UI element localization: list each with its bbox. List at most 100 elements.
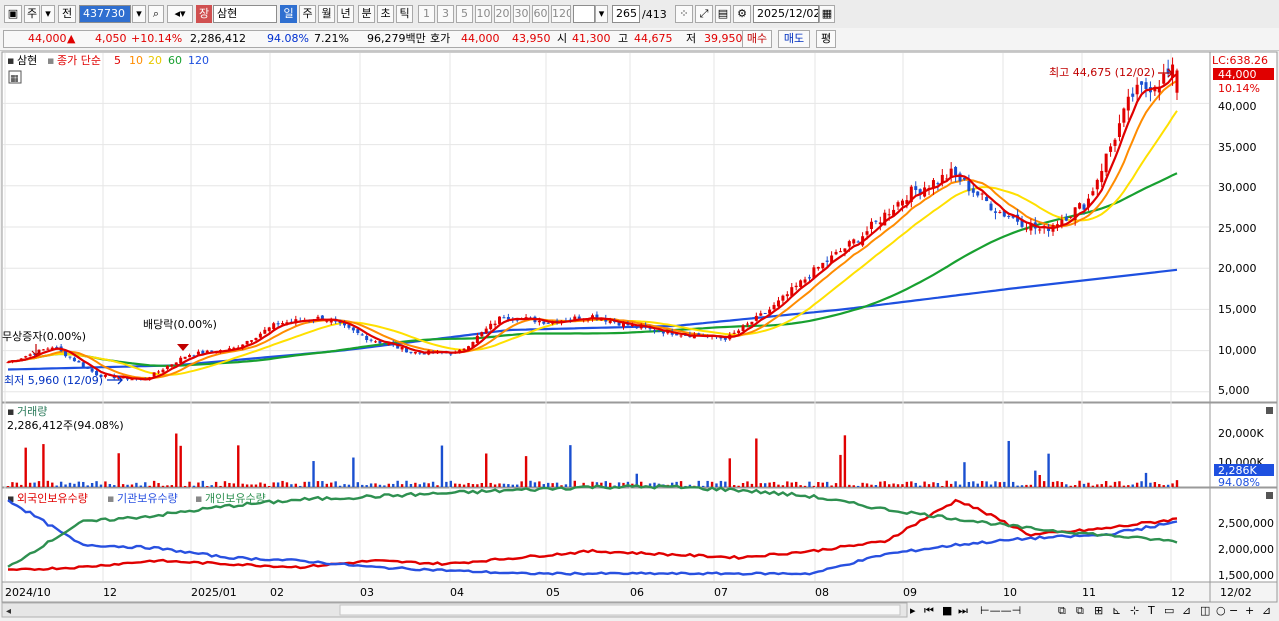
period-second[interactable]: 초 xyxy=(377,5,394,23)
period-month[interactable]: 월 xyxy=(318,5,335,23)
volume-pct-label: 94.08% xyxy=(1218,476,1260,489)
scroll-right-icon[interactable]: ▸ xyxy=(910,604,916,617)
dots-icon[interactable]: ⁘ xyxy=(675,5,693,23)
zoom-out-icon[interactable]: − xyxy=(1229,604,1238,617)
candle-body xyxy=(276,323,280,325)
cursor-icon[interactable]: ⤢ xyxy=(695,5,713,23)
sell-button[interactable]: 매도 xyxy=(778,30,810,48)
volume-ratio: 94.08% xyxy=(267,32,309,45)
volume-bar xyxy=(697,480,700,487)
draw-icon[interactable]: ▭ xyxy=(1164,604,1174,617)
shape-icon[interactable]: ◫ xyxy=(1200,604,1210,617)
circle-icon[interactable]: ○ xyxy=(1216,604,1226,617)
stock-code-input[interactable]: 437730 xyxy=(79,5,131,23)
stop-icon[interactable]: ■ xyxy=(942,604,952,617)
ma120-label[interactable]: 120 xyxy=(188,54,209,67)
cross-icon[interactable]: ⊹ xyxy=(1130,604,1139,617)
copy-icon[interactable]: ⧉ xyxy=(1076,604,1084,617)
candle-body xyxy=(1038,229,1042,231)
chart-type-select[interactable]: 주 xyxy=(24,5,40,23)
foreign-legend[interactable]: 외국인보유수량 xyxy=(17,492,88,505)
minute-30[interactable]: 30 xyxy=(513,5,530,23)
volume-bar xyxy=(170,485,174,487)
fast-forward-icon[interactable]: ⏭ xyxy=(958,604,968,617)
scroll-thumb[interactable] xyxy=(339,604,901,616)
price-tick: 20,000 xyxy=(1218,262,1257,275)
volume-bar xyxy=(1127,485,1130,487)
candle-body xyxy=(865,231,869,235)
period-week[interactable]: 주 xyxy=(299,5,316,23)
x-tick: 03 xyxy=(360,586,374,599)
volume-bar xyxy=(1047,453,1050,487)
prev-button[interactable]: 전 xyxy=(58,5,76,23)
candle-body xyxy=(480,332,484,337)
code-dropdown-icon[interactable]: ▾ xyxy=(132,5,146,23)
holding-panel-close-icon[interactable] xyxy=(1266,492,1273,499)
minute-3[interactable]: 3 xyxy=(437,5,454,23)
custom-period-input[interactable] xyxy=(573,5,595,23)
volume-bar xyxy=(759,483,762,487)
minute-1[interactable]: 1 xyxy=(418,5,435,23)
chevron-down-icon[interactable]: ▾ xyxy=(41,5,55,23)
ma20-label[interactable]: 20 xyxy=(148,54,162,67)
candle-body xyxy=(267,327,271,332)
avg-button[interactable]: 평 xyxy=(816,30,836,48)
stock-name-field[interactable]: 삼현 xyxy=(213,5,277,23)
volume-bar xyxy=(330,482,333,487)
volume-bar xyxy=(1038,474,1041,487)
legend-marker-icon: ▪ xyxy=(47,54,54,67)
period-minute[interactable]: 분 xyxy=(358,5,375,23)
ma60-label[interactable]: 60 xyxy=(168,54,182,67)
align-icon[interactable]: ⊞ xyxy=(1094,604,1103,617)
buy-button[interactable]: 매수 xyxy=(742,30,772,48)
price-panel-title[interactable]: 삼현 xyxy=(17,54,37,67)
search-icon[interactable]: ⌕ xyxy=(148,5,164,23)
save-icon[interactable]: ▤ xyxy=(715,5,731,23)
period-year[interactable]: 년 xyxy=(337,5,354,23)
volume-bar xyxy=(972,481,975,487)
bar-count-input[interactable]: 265 xyxy=(612,5,640,23)
minute-60[interactable]: 60 xyxy=(532,5,549,23)
stock-chart[interactable]: 40,000 35,000 30,000 25,000 20,000 15,00… xyxy=(0,50,1279,621)
candle-body xyxy=(1162,73,1166,84)
minute-10[interactable]: 10 xyxy=(475,5,492,23)
volume-panel-close-icon[interactable] xyxy=(1266,407,1273,414)
candle-body xyxy=(745,323,749,325)
x-tick: 11 xyxy=(1082,586,1096,599)
volume-panel[interactable] xyxy=(1,402,1211,488)
candle-body xyxy=(936,183,940,185)
line-tool-icon[interactable]: ⊿ xyxy=(1182,604,1191,617)
screen-icon[interactable]: ⧉ xyxy=(1058,604,1066,617)
volume-bar xyxy=(6,486,10,487)
date-input[interactable]: 2025/12/02 xyxy=(753,5,819,23)
volume-bar xyxy=(82,481,85,487)
minute-20[interactable]: 20 xyxy=(494,5,511,23)
scroll-left-icon[interactable]: ◂ xyxy=(6,606,11,617)
ma10-label[interactable]: 10 xyxy=(129,54,143,67)
ma5-label[interactable]: 5 xyxy=(114,54,121,67)
calendar-icon[interactable]: ▦ xyxy=(819,5,835,23)
speaker-icon[interactable]: ◂▾ xyxy=(167,5,193,23)
x-tick: 10 xyxy=(1003,586,1017,599)
volume-title[interactable]: 거래량 xyxy=(17,405,47,418)
gear-icon[interactable]: ⚙ xyxy=(733,5,751,23)
volume-bar xyxy=(1096,484,1099,487)
minute-5[interactable]: 5 xyxy=(456,5,473,23)
zoom-in-icon[interactable]: + xyxy=(1245,604,1254,617)
expand-icon[interactable]: ⊿ xyxy=(1262,604,1271,617)
ruler-icon[interactable]: ⊾ xyxy=(1112,604,1121,617)
period-tick[interactable]: 틱 xyxy=(396,5,413,23)
volume-bar xyxy=(471,484,475,487)
minute-120[interactable]: 120 xyxy=(551,5,571,23)
period-dropdown-icon[interactable]: ▾ xyxy=(595,5,608,23)
institution-legend[interactable]: 기관보유수량 xyxy=(117,492,178,505)
volume-bar xyxy=(73,483,76,487)
text-tool-icon[interactable]: T xyxy=(1147,604,1155,617)
period-day[interactable]: 일 xyxy=(280,5,297,23)
layout-icon[interactable]: ▣ xyxy=(4,5,22,23)
rewind-icon[interactable]: ⏮ xyxy=(924,604,934,617)
bid-label: 호가 xyxy=(430,32,451,45)
ma-label[interactable]: 종가 단순 xyxy=(57,54,101,67)
x-axis-panel xyxy=(1,581,1211,603)
zoom-slider-icon[interactable]: ⊢——⊣ xyxy=(980,604,1021,617)
